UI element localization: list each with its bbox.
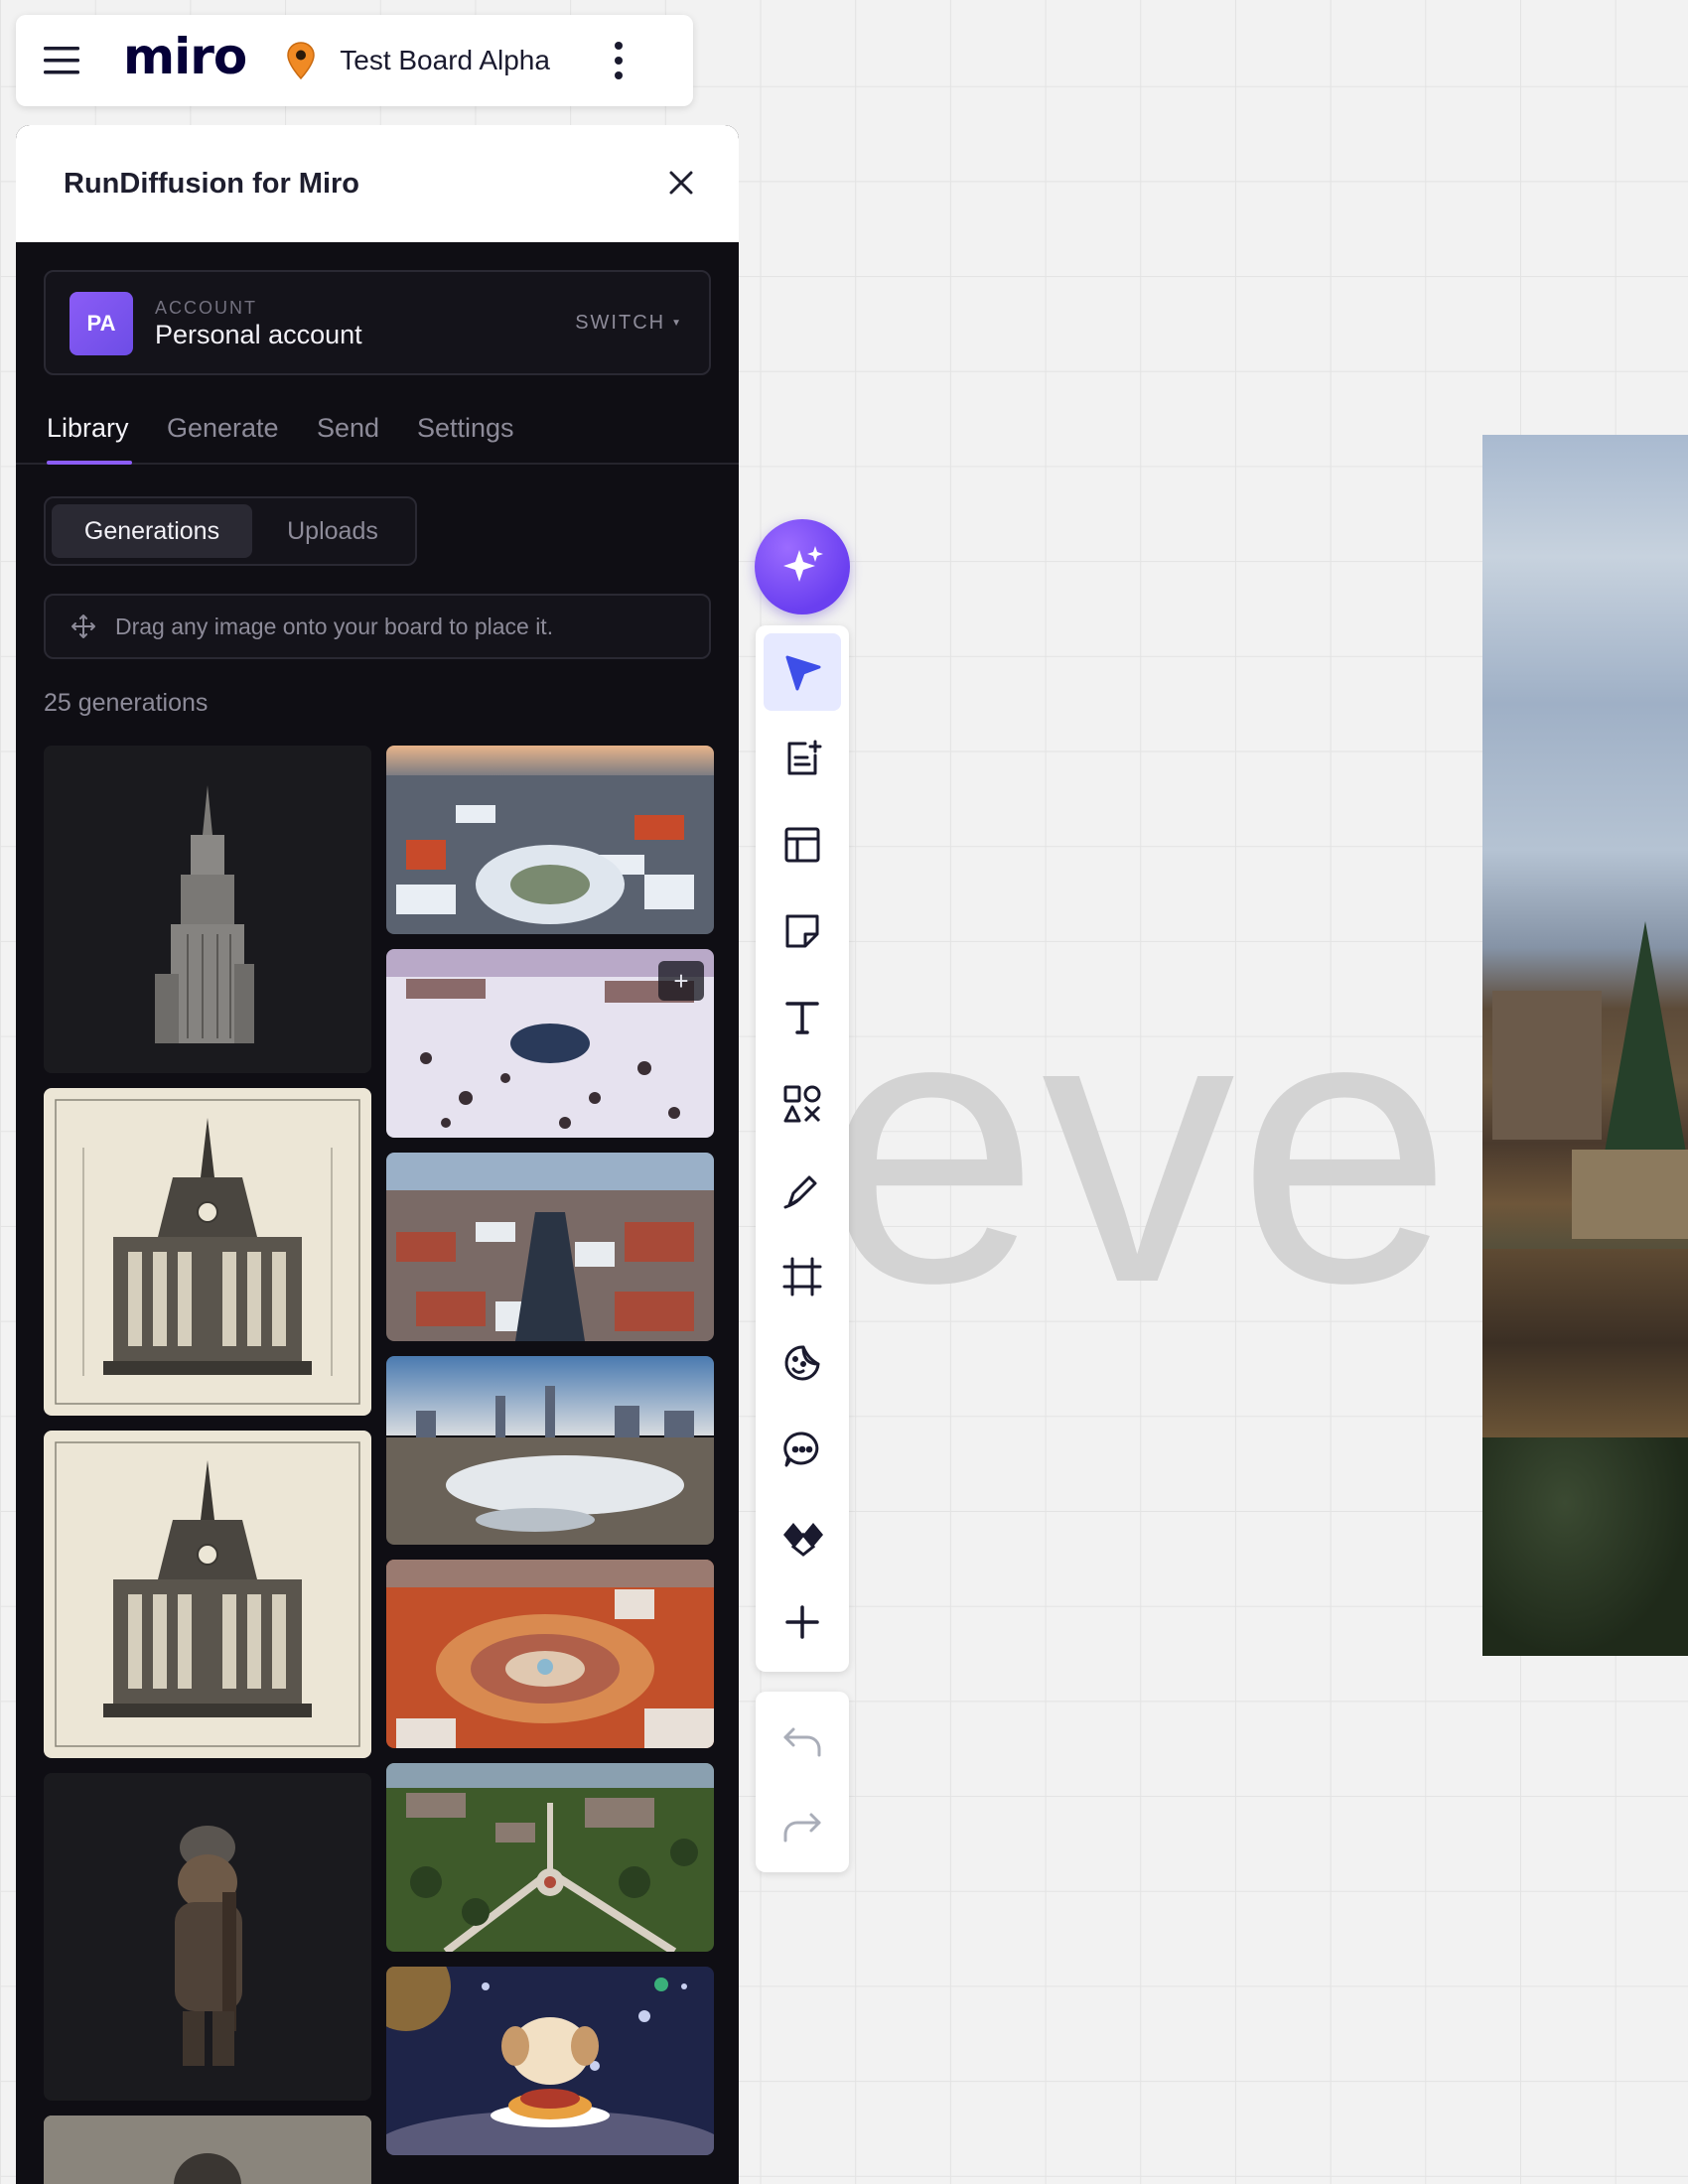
tab-library[interactable]: Library (47, 413, 129, 444)
avatar: PA (70, 292, 133, 355)
library-segment-control: Generations Uploads (44, 496, 417, 566)
space-dog-illustration (386, 1967, 714, 2155)
segment-generations[interactable]: Generations (52, 504, 252, 558)
active-tab-indicator (47, 461, 132, 465)
text-icon[interactable] (764, 979, 841, 1056)
templates-icon[interactable] (764, 806, 841, 884)
sticky-note-icon[interactable] (764, 892, 841, 970)
tab-settings[interactable]: Settings (417, 413, 514, 444)
location-pin-icon (284, 41, 318, 80)
comment-icon[interactable] (764, 1411, 841, 1488)
segment-uploads[interactable]: Uploads (258, 504, 407, 558)
dwarf-figure-image (44, 1773, 371, 2101)
pen-icon[interactable] (764, 1152, 841, 1229)
hamburger-menu-icon[interactable] (44, 43, 79, 78)
generation-thumbnail[interactable] (44, 746, 371, 1073)
apps-icon[interactable] (764, 1497, 841, 1574)
generation-thumbnail[interactable] (386, 1967, 714, 2155)
move-arrows-icon (70, 613, 97, 640)
sticker-icon[interactable] (764, 1324, 841, 1402)
panel-header: RunDiffusion for Miro (16, 125, 739, 242)
undo-icon[interactable] (764, 1704, 841, 1781)
generation-thumbnail[interactable] (386, 746, 714, 934)
rundiffusion-panel: RunDiffusion for Miro PA ACCOUNT Persona… (16, 125, 739, 2184)
generation-thumbnail[interactable] (386, 1763, 714, 1952)
add-to-board-button[interactable]: + (658, 961, 704, 1001)
helmet-figure-image (44, 2116, 371, 2184)
switch-label: SWITCH (575, 312, 666, 334)
panel-tabs: Library Generate Send Settings (16, 403, 739, 465)
sparkle-icon (783, 546, 823, 582)
creation-toolbar (756, 625, 849, 1672)
generation-thumbnail[interactable]: + (386, 949, 714, 1138)
generation-thumbnail[interactable] (44, 1773, 371, 2101)
generation-thumbnail[interactable] (386, 1153, 714, 1341)
select-cursor-icon[interactable] (764, 633, 841, 711)
generation-thumbnail[interactable] (386, 1356, 714, 1545)
green-campus-aerial-image (386, 1763, 714, 1952)
redo-icon[interactable] (764, 1789, 841, 1866)
winter-city-aerial-image (386, 746, 714, 934)
canvas-image-wall (1572, 1150, 1688, 1239)
canvas-image-house (1492, 991, 1602, 1140)
generation-thumbnail[interactable] (44, 2116, 371, 2184)
frame-icon[interactable] (764, 1238, 841, 1315)
building-blueprint-image (44, 1431, 371, 1758)
miro-logo[interactable]: miro (123, 32, 247, 81)
tower-sketch-image (44, 746, 371, 1073)
tab-send[interactable]: Send (317, 413, 379, 444)
add-more-icon[interactable] (764, 1583, 841, 1661)
drag-hint-text: Drag any image onto your board to place … (115, 613, 554, 639)
smart-docs-icon[interactable] (764, 720, 841, 797)
tab-generate[interactable]: Generate (167, 413, 279, 444)
drag-hint: Drag any image onto your board to place … (44, 594, 711, 659)
canvas-text[interactable]: eve (824, 953, 1455, 1340)
canvas-image-water (1482, 1249, 1688, 1437)
canvas-image-bush (1482, 1437, 1688, 1656)
close-icon[interactable] (663, 165, 699, 201)
generation-thumbnail[interactable] (44, 1431, 371, 1758)
caret-down-icon: ▼ (671, 318, 683, 330)
board-name[interactable]: Test Board Alpha (340, 45, 550, 76)
canvas-image[interactable] (1482, 435, 1688, 1656)
generations-count: 25 generations (44, 689, 209, 717)
canvas-image-tree (1602, 921, 1688, 1169)
generation-thumbnail[interactable] (44, 1088, 371, 1416)
account-card: PA ACCOUNT Personal account SWITCH ▼ (44, 270, 711, 375)
frozen-lake-city-image (386, 1356, 714, 1545)
account-name: Personal account (155, 320, 362, 349)
generation-thumbnail[interactable] (386, 1560, 714, 1748)
building-blueprint-image (44, 1088, 371, 1416)
ai-sparkle-button[interactable] (755, 519, 850, 614)
switch-account-button[interactable]: SWITCH ▼ (575, 312, 683, 335)
board-topbar: miro Test Board Alpha (16, 15, 693, 106)
shapes-icon[interactable] (764, 1065, 841, 1143)
history-toolbar (756, 1692, 849, 1872)
panel-title: RunDiffusion for Miro (64, 167, 360, 200)
more-vertical-icon[interactable] (604, 36, 633, 85)
account-label: ACCOUNT (155, 298, 257, 318)
autumn-plaza-aerial-image (386, 1560, 714, 1748)
river-city-aerial-image (386, 1153, 714, 1341)
